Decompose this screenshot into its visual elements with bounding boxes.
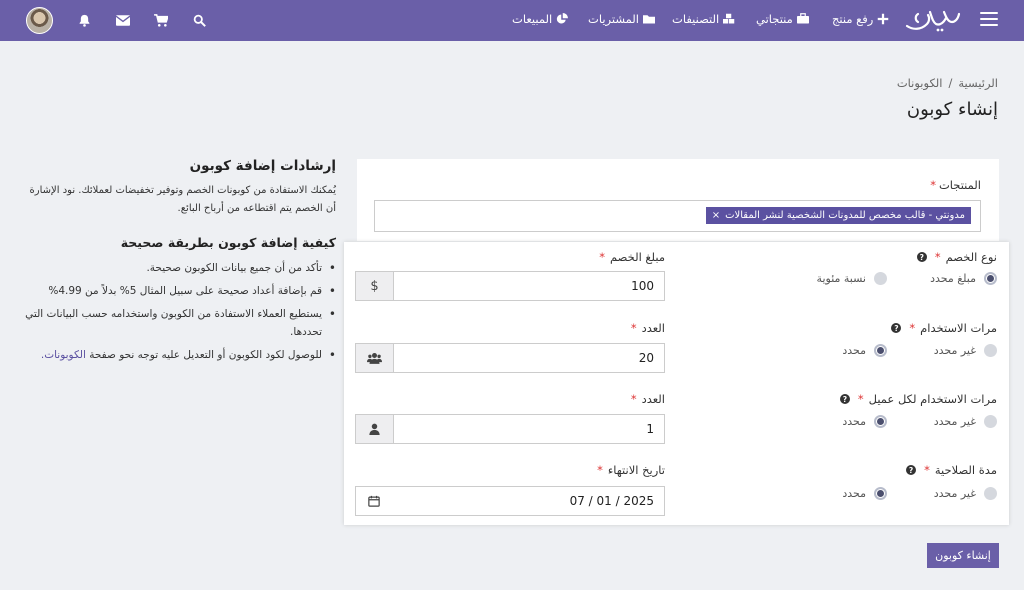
discount-type-fixed-radio[interactable]: مبلغ محدد [930, 272, 997, 285]
create-coupon-button[interactable]: إنشاء كوبون [927, 543, 999, 568]
chip-remove-button[interactable]: × [712, 210, 720, 221]
user-icon [356, 415, 394, 443]
validity-label: مدة الصلاحية *? [906, 463, 997, 477]
cubes-icon [723, 13, 735, 24]
radio-button[interactable] [984, 415, 997, 428]
per-customer-unlimited-radio[interactable]: غير محدد [934, 415, 997, 428]
howto-title: كيفية إضافة كوبون بطريقة صحيحة [120, 235, 336, 250]
envelope-icon[interactable] [113, 10, 133, 30]
radio-button[interactable] [874, 272, 887, 285]
list-item: قم بإضافة أعداد صحيحة على سبيل المثال 5%… [22, 282, 336, 300]
list-item: للوصول لكود الكوبون أو التعديل عليه توجه… [22, 346, 336, 364]
breadcrumb-home[interactable]: الرئيسية [958, 76, 998, 90]
discount-amount-input[interactable]: $ 100 [355, 271, 665, 301]
count-label: العدد * [630, 321, 665, 335]
guidelines-intro: يُمكنك الاستفادة من كوبونات الخصم وتوفير… [29, 185, 336, 214]
radio-button[interactable] [874, 344, 887, 357]
breadcrumb-coupons[interactable]: الكوبونات [897, 76, 943, 90]
site-logo[interactable] [904, 6, 962, 36]
coupon-form-card: نوع الخصم *? مبلغ محدد نسبة مئوية مبلغ ال… [344, 242, 1009, 525]
nav-link-upload-product[interactable]: رفع منتج [832, 12, 889, 26]
usage-count-label: مرات الاستخدام *? [891, 321, 997, 335]
pie-chart-icon [556, 13, 569, 24]
help-icon[interactable]: ? [839, 394, 850, 404]
products-label: المنتجات* [930, 178, 981, 192]
nav-link-my-products[interactable]: منتجاتي [756, 12, 809, 26]
nav-link-categories[interactable]: التصنيفات [672, 12, 735, 26]
top-navbar: المبيعات المشتريات التصنيفات منتجاتي رفع… [0, 0, 1024, 41]
usage-unlimited-radio[interactable]: غير محدد [934, 344, 997, 357]
coupons-link[interactable]: الكوبونات. [41, 349, 86, 361]
products-select[interactable]: مدونتي - قالب مخصص للمدونات الشخصية لنشر… [374, 200, 981, 232]
validity-limited-radio[interactable]: محدد [842, 487, 887, 500]
count-per-customer-label: العدد * [630, 392, 665, 406]
nav-link-purchases[interactable]: المشتريات [588, 12, 655, 26]
list-item: تأكد من أن جميع بيانات الكوبون صحيحة. [22, 259, 336, 277]
plus-icon [878, 13, 889, 25]
hamburger-icon[interactable] [980, 12, 998, 28]
help-icon[interactable]: ? [906, 465, 917, 475]
count-input[interactable]: 20 [355, 343, 665, 373]
help-icon[interactable]: ? [916, 252, 927, 262]
dollar-icon: $ [356, 272, 394, 300]
folder-icon [642, 15, 655, 24]
howto-list: تأكد من أن جميع بيانات الكوبون صحيحة. قم… [22, 259, 336, 364]
discount-type-percent-radio[interactable]: نسبة مئوية [817, 272, 887, 285]
page-title: إنشاء كوبون [906, 99, 998, 120]
breadcrumb-separator: / [948, 76, 953, 90]
bell-icon[interactable] [74, 10, 94, 30]
expiry-date-label: تاريخ الانتهاء * [597, 463, 665, 477]
validity-unlimited-radio[interactable]: غير محدد [934, 487, 997, 500]
radio-button[interactable] [984, 272, 997, 285]
per-customer-limited-radio[interactable]: محدد [842, 415, 887, 428]
list-item: يستطيع العملاء الاستفادة من الكوبون واست… [22, 305, 336, 341]
products-card: المنتجات* مدونتي - قالب مخصص للمدونات ال… [357, 159, 999, 241]
nav-link-sales[interactable]: المبيعات [512, 12, 569, 26]
breadcrumb: الرئيسية / الكوبونات [897, 76, 998, 90]
radio-button[interactable] [984, 344, 997, 357]
usage-limited-radio[interactable]: محدد [842, 344, 887, 357]
help-icon[interactable]: ? [891, 323, 902, 333]
search-icon[interactable] [189, 10, 209, 30]
radio-button[interactable] [874, 487, 887, 500]
selected-product-chip: مدونتي - قالب مخصص للمدونات الشخصية لنشر… [705, 207, 971, 224]
user-avatar[interactable] [26, 7, 53, 34]
discount-type-label: نوع الخصم *? [916, 250, 997, 264]
expiry-date-input[interactable]: 07 / 01 / 2025 [355, 486, 665, 516]
count-per-customer-input[interactable]: 1 [355, 414, 665, 444]
guidelines-panel: إرشادات إضافة كوبون يُمكنك الاستفادة من … [22, 158, 336, 369]
briefcase-icon [796, 13, 809, 24]
guidelines-title: إرشادات إضافة كوبون [189, 158, 336, 174]
radio-button[interactable] [874, 415, 887, 428]
discount-amount-label: مبلغ الخصم * [599, 250, 665, 264]
usage-per-customer-label: مرات الاستخدام لكل عميل *? [839, 392, 997, 406]
calendar-icon[interactable] [356, 487, 392, 515]
users-icon [356, 344, 394, 372]
cart-icon[interactable] [151, 10, 171, 30]
radio-button[interactable] [984, 487, 997, 500]
